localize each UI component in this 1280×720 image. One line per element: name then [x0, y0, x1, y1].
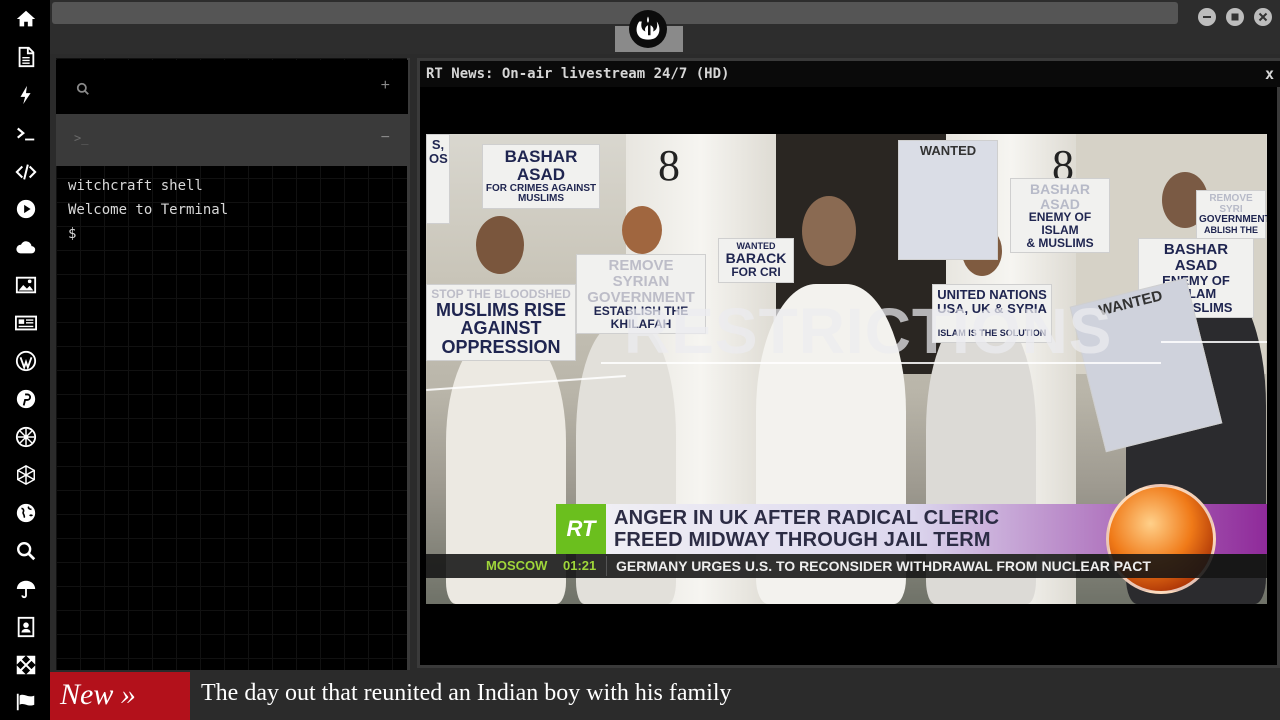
home-icon[interactable]	[13, 6, 39, 32]
sign-text: S,	[431, 137, 445, 152]
world-icon[interactable]	[13, 500, 39, 526]
sign-text: REMOVE SYRIAN	[608, 257, 674, 290]
sign-text: STOP THE BLOODSHED	[431, 287, 571, 301]
new-badge: New »	[50, 672, 190, 720]
video-headline: ANGER IN UK AFTER RADICAL CLERIC	[614, 507, 1000, 529]
ticker-time: 01:21	[563, 558, 597, 573]
bottom-headline-link[interactable]: The day out that reunited an Indian boy …	[201, 680, 732, 707]
search-icon[interactable]	[13, 538, 39, 564]
terminal-icon[interactable]	[13, 121, 39, 147]
terminal-tab-prompt: >_	[74, 131, 89, 145]
sign-text: REMOVE SYRI	[1209, 193, 1253, 215]
top-bar	[50, 0, 1280, 54]
image-icon[interactable]	[13, 272, 39, 298]
rt-logo: RT	[556, 504, 606, 554]
contacts-icon[interactable]	[13, 614, 39, 640]
ticker-city: MOSCOW	[486, 558, 548, 573]
protester-head	[476, 216, 524, 274]
pinterest-icon[interactable]	[13, 386, 39, 412]
protester-head	[622, 206, 662, 254]
network-globe-icon[interactable]	[13, 462, 39, 488]
wordpress-icon[interactable]	[13, 348, 39, 374]
expand-icon[interactable]	[13, 652, 39, 678]
terminal-search-row: +	[56, 60, 408, 114]
news-panel: RT News: On-air livestream 24/7 (HD) x 8…	[417, 58, 1280, 668]
terminal-tab[interactable]: >_ −	[56, 114, 408, 166]
terminal-prompt[interactable]: $	[68, 226, 76, 242]
wanted-poster: WANTED	[898, 140, 998, 260]
ticker-text: GERMANY URGES U.S. TO RECONSIDER WITHDRA…	[616, 558, 1151, 574]
sign-text: ABLISH THE	[1204, 224, 1258, 235]
sign-text: FOR CRI	[731, 265, 781, 280]
rebel-alliance-icon	[629, 10, 667, 48]
protest-sign: BASHAR ASAD ENEMY OF ISLAM & MUSLIMS	[1010, 178, 1110, 254]
search-icon[interactable]	[76, 82, 90, 101]
maximize-icon[interactable]	[1226, 8, 1244, 26]
terminal-line: witchcraft shell	[68, 178, 203, 194]
ticker-divider	[606, 556, 607, 576]
logo-tab[interactable]	[615, 10, 683, 52]
sign-text: BASHAR ASAD	[1030, 181, 1090, 212]
close-terminal-tab-button[interactable]: −	[381, 129, 390, 147]
sign-text: GOVERNMENT	[1199, 214, 1267, 225]
settings-wheel-icon[interactable]	[13, 424, 39, 450]
protest-sign: WANTED BARACK FOR CRI	[718, 238, 794, 283]
terminal-panel: + >_ − witchcraft shell Welcome to Termi…	[56, 58, 410, 670]
terminal-line: Welcome to Terminal	[68, 202, 229, 218]
hud-line	[1161, 341, 1267, 343]
news-ticker: MOSCOW 01:21 GERMANY URGES U.S. TO RECON…	[426, 554, 1267, 578]
video-overlay-word: RESTRICTIONS	[624, 295, 1113, 367]
video-headline: FREED MIDWAY THROUGH JAIL TERM	[614, 529, 991, 551]
sign-text: BARACK	[725, 250, 787, 267]
document-icon[interactable]	[13, 44, 39, 70]
add-terminal-button[interactable]: +	[381, 77, 390, 95]
sign-text: BASHAR ASAD	[1163, 241, 1229, 274]
address-bar[interactable]	[52, 2, 1178, 24]
protest-sign: STOP THE BLOODSHED MUSLIMS RISE AGAINST …	[426, 284, 576, 362]
play-icon[interactable]	[13, 196, 39, 222]
sign-text: OPPRESSION	[441, 337, 561, 358]
flag-icon[interactable]	[13, 689, 39, 715]
video-player[interactable]: 8 8 BASHAR ASAD FOR CRIMES AGAINST MUSLI…	[426, 134, 1267, 604]
close-news-panel-button[interactable]: x	[1265, 65, 1274, 83]
minimize-icon[interactable]	[1198, 8, 1216, 26]
protest-sign: S, OS	[426, 134, 450, 224]
sign-text: FOR CRIMES AGAINST MUSLIMS	[485, 182, 597, 205]
news-icon[interactable]	[13, 310, 39, 336]
protest-sign: BASHAR ASAD FOR CRIMES AGAINST MUSLIMS	[482, 144, 600, 209]
sign-text: ENEMY OF ISLAM	[1028, 210, 1092, 237]
umbrella-icon[interactable]	[13, 576, 39, 602]
close-icon[interactable]	[1254, 8, 1272, 26]
lightning-icon[interactable]	[13, 82, 39, 108]
sign-text: AGAINST	[460, 318, 542, 339]
door-number: 8	[658, 141, 680, 190]
news-panel-title: RT News: On-air livestream 24/7 (HD)	[426, 66, 730, 82]
sign-text: OS	[429, 150, 448, 166]
code-icon[interactable]	[13, 159, 39, 185]
protester-head	[802, 196, 856, 266]
sign-text: & MUSLIMS	[1026, 235, 1094, 250]
protest-sign: REMOVE SYRI GOVERNMENT ABLISH THE	[1196, 190, 1267, 239]
sign-text: MUSLIMS RISE	[435, 299, 566, 320]
sign-text: BASHAR ASAD	[504, 147, 578, 184]
bottom-news-bar: New » The day out that reunited an India…	[50, 672, 1280, 720]
cloud-icon[interactable]	[13, 234, 39, 260]
sign-text: WANTED	[919, 143, 977, 158]
app-sidebar	[0, 0, 50, 720]
news-panel-header: RT News: On-air livestream 24/7 (HD) x	[420, 61, 1280, 87]
